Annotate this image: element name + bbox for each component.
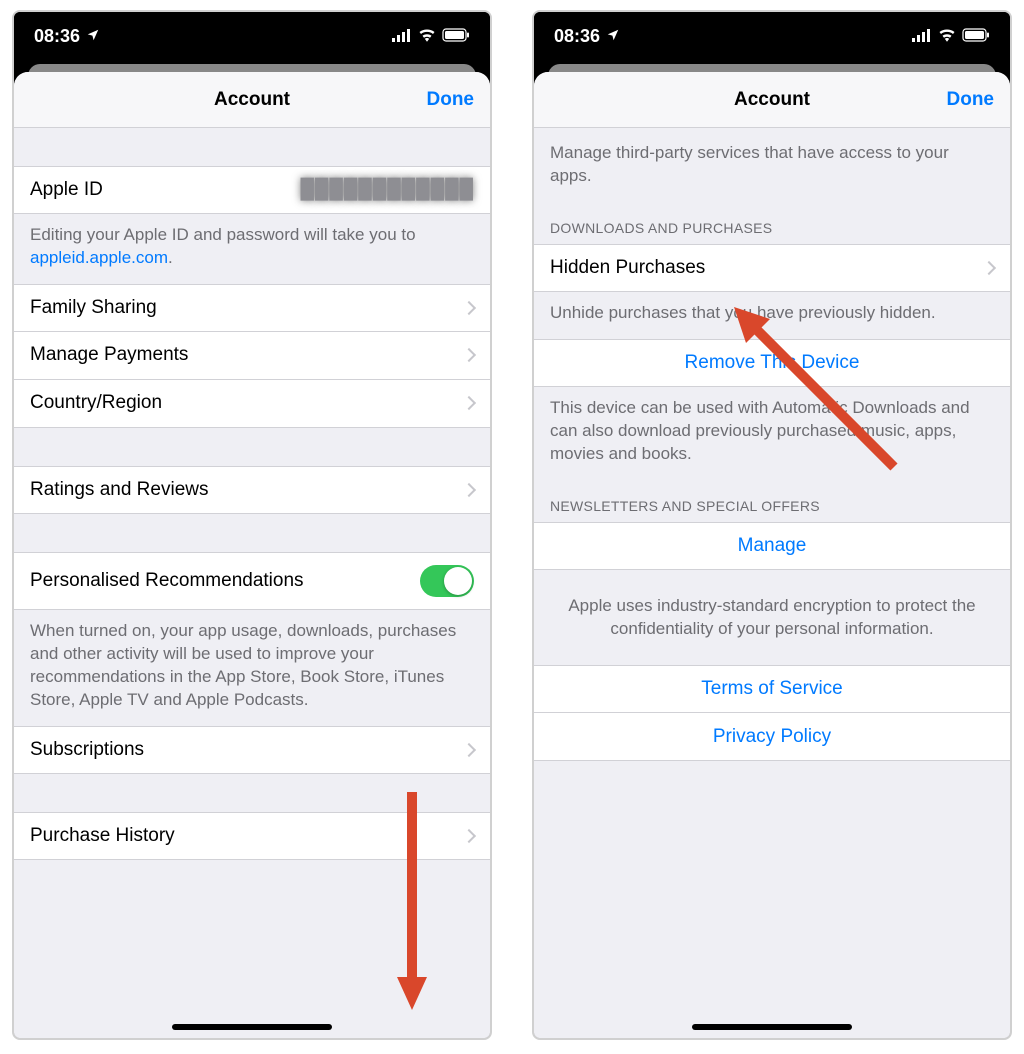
status-time: 08:36 [34, 26, 80, 47]
apple-id-footer: Editing your Apple ID and password will … [14, 214, 490, 284]
nav-bar: Account Done [14, 72, 490, 128]
scroll-content[interactable]: Apple ID ████████████ Editing your Apple… [14, 128, 490, 1038]
status-bar: 08:36 [14, 12, 490, 60]
home-indicator[interactable] [692, 1024, 852, 1030]
third-party-footer: Manage third-party services that have ac… [534, 128, 1010, 202]
cellular-icon [912, 26, 932, 47]
done-button[interactable]: Done [947, 89, 995, 111]
chevron-right-icon [462, 348, 476, 362]
account-sheet: Account Done Manage third-party services… [534, 72, 1010, 1038]
account-sheet: Account Done Apple ID ████████████ Editi… [14, 72, 490, 1038]
encryption-note: Apple uses industry-standard encryption … [534, 570, 1010, 666]
newsletters-section-header: NEWSLETTERS AND SPECIAL OFFERS [534, 480, 1010, 522]
done-button[interactable]: Done [427, 89, 475, 111]
hidden-purchases-row[interactable]: Hidden Purchases [534, 244, 1010, 292]
page-title: Account [734, 89, 810, 111]
terms-of-service-link[interactable]: Terms of Service [534, 665, 1010, 713]
privacy-policy-link[interactable]: Privacy Policy [534, 713, 1010, 761]
ratings-reviews-row[interactable]: Ratings and Reviews [14, 466, 490, 514]
personalised-toggle[interactable] [420, 565, 474, 597]
hidden-purchases-footer: Unhide purchases that you have previousl… [534, 292, 1010, 339]
downloads-section-header: DOWNLOADS AND PURCHASES [534, 202, 1010, 244]
purchase-history-row[interactable]: Purchase History [14, 812, 490, 860]
location-icon [86, 26, 100, 47]
manage-payments-row[interactable]: Manage Payments [14, 332, 490, 380]
remove-device-footer: This device can be used with Automatic D… [534, 387, 1010, 480]
scroll-content[interactable]: Manage third-party services that have ac… [534, 128, 1010, 1038]
chevron-right-icon [462, 829, 476, 843]
cellular-icon [392, 26, 412, 47]
personalised-recommendations-row: Personalised Recommendations [14, 552, 490, 610]
manage-newsletters-button[interactable]: Manage [534, 522, 1010, 570]
apple-id-label: Apple ID [30, 179, 300, 201]
phone-left: 08:36 Account Done Apple ID [12, 10, 492, 1040]
apple-id-row[interactable]: Apple ID ████████████ [14, 166, 490, 214]
apple-id-value: ████████████ [300, 179, 474, 201]
battery-icon [962, 26, 990, 47]
status-time: 08:36 [554, 26, 600, 47]
chevron-right-icon [462, 396, 476, 410]
nav-bar: Account Done [534, 72, 1010, 128]
chevron-right-icon [462, 743, 476, 757]
remove-device-button[interactable]: Remove This Device [534, 339, 1010, 387]
chevron-right-icon [462, 301, 476, 315]
country-region-row[interactable]: Country/Region [14, 380, 490, 428]
status-bar: 08:36 [534, 12, 1010, 60]
wifi-icon [418, 26, 436, 47]
appleid-link[interactable]: appleid.apple.com [30, 248, 168, 267]
subscriptions-row[interactable]: Subscriptions [14, 726, 490, 774]
chevron-right-icon [462, 483, 476, 497]
location-icon [606, 26, 620, 47]
family-sharing-row[interactable]: Family Sharing [14, 284, 490, 332]
home-indicator[interactable] [172, 1024, 332, 1030]
page-title: Account [214, 89, 290, 111]
phone-right: 08:36 Account Done Manage third-party se… [532, 10, 1012, 1040]
wifi-icon [938, 26, 956, 47]
chevron-right-icon [982, 261, 996, 275]
battery-icon [442, 26, 470, 47]
personalised-footer: When turned on, your app usage, download… [14, 610, 490, 726]
